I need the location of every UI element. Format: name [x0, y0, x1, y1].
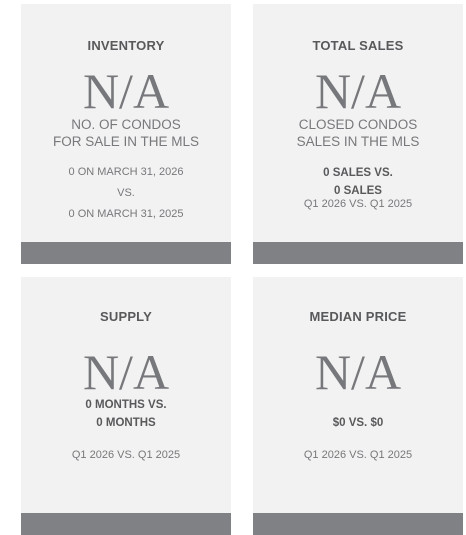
total-sales-comparison-line1: 0 SALES VS.: [323, 167, 393, 179]
inventory-comparison: 0 ON MARCH 31, 2026 VS. 0 ON MARCH 31, 2…: [21, 162, 231, 225]
supply-title: SUPPLY: [99, 309, 153, 324]
supply-value: N/A: [82, 344, 170, 400]
total-sales-comparison: 0 SALES VS. 0 SALES: [253, 164, 463, 200]
supply-footer-bar: [21, 513, 231, 535]
inventory-comparison-line1: 0 ON MARCH 31, 2026: [68, 166, 184, 178]
total-sales-description: CLOSED CONDOS SALES IN THE MLS: [253, 116, 463, 150]
supply-comparison: 0 MONTHS VS. 0 MONTHS: [21, 396, 231, 432]
total-sales-card: TOTAL SALES N/A CLOSED CONDOS SALES IN T…: [253, 4, 463, 264]
inventory-value: N/A: [82, 63, 170, 119]
inventory-footer-bar: [21, 242, 231, 264]
median-price-footer-bar: [253, 513, 463, 535]
supply-card: SUPPLY N/A 0 MONTHS VS. 0 MONTHS Q1 2026…: [21, 277, 231, 535]
median-price-comparison: $0 VS. $0: [332, 417, 384, 429]
total-sales-period: Q1 2026 VS. Q1 2025: [303, 198, 413, 210]
inventory-comparison-line3: 0 ON MARCH 31, 2025: [68, 208, 184, 220]
inventory-description: NO. OF CONDOS FOR SALE IN THE MLS: [21, 116, 231, 150]
inventory-description-line1: NO. OF CONDOS: [71, 117, 181, 132]
median-price-title: MEDIAN PRICE: [309, 309, 407, 324]
inventory-comparison-line2: VS.: [117, 187, 135, 199]
total-sales-description-line1: CLOSED CONDOS: [298, 117, 418, 132]
inventory-description-line2: FOR SALE IN THE MLS: [52, 134, 200, 149]
inventory-title: INVENTORY: [87, 38, 165, 53]
median-price-card: MEDIAN PRICE N/A $0 VS. $0 Q1 2026 VS. Q…: [253, 277, 463, 535]
median-price-period: Q1 2026 VS. Q1 2025: [303, 449, 413, 461]
supply-comparison-line2: 0 MONTHS: [96, 417, 156, 429]
median-price-value: N/A: [314, 344, 402, 400]
supply-comparison-line1: 0 MONTHS VS.: [85, 399, 167, 411]
inventory-card: INVENTORY N/A NO. OF CONDOS FOR SALE IN …: [21, 4, 231, 264]
supply-period: Q1 2026 VS. Q1 2025: [71, 449, 181, 461]
total-sales-title: TOTAL SALES: [312, 38, 404, 53]
total-sales-footer-bar: [253, 242, 463, 264]
total-sales-value: N/A: [314, 63, 402, 119]
total-sales-description-line2: SALES IN THE MLS: [296, 134, 420, 149]
